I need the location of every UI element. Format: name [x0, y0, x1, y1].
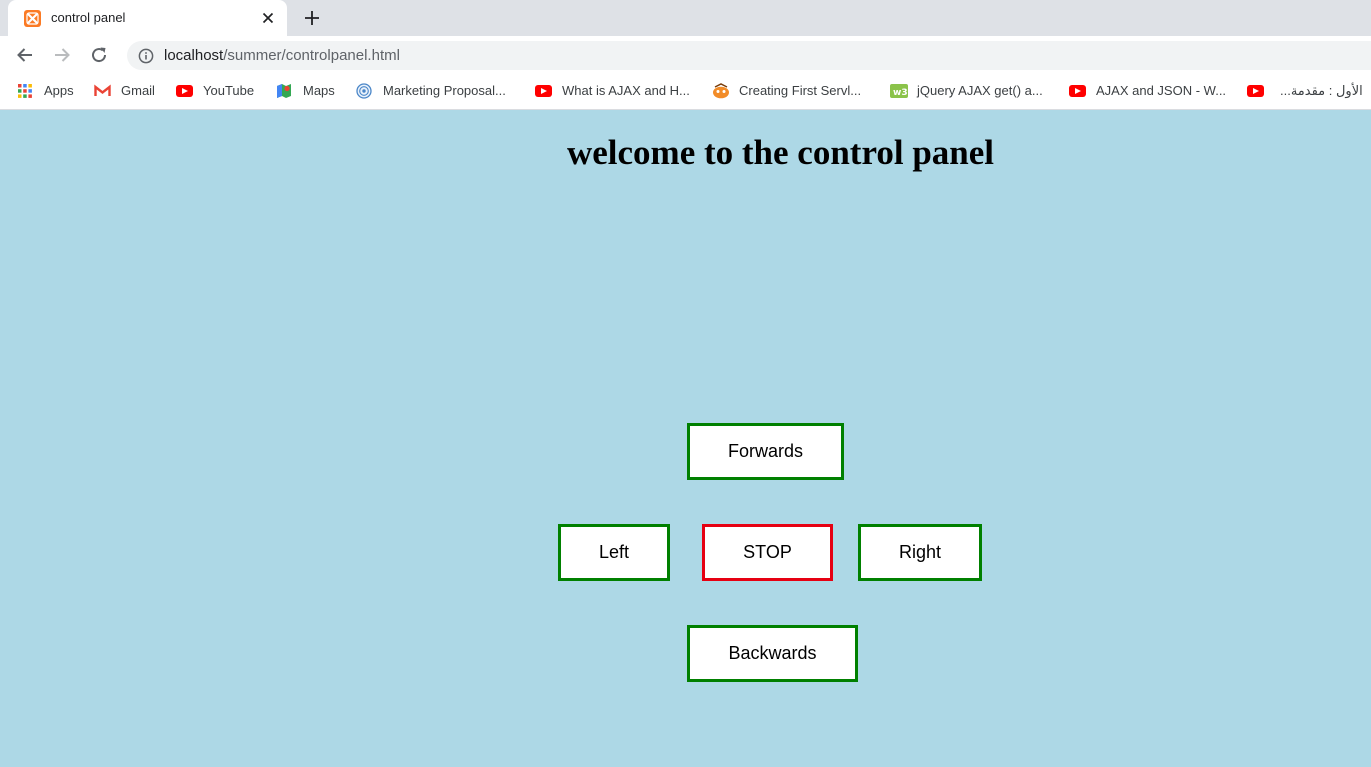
- new-tab-icon[interactable]: [302, 8, 322, 28]
- youtube-icon: [1247, 85, 1264, 97]
- bookmark-label: Maps: [303, 83, 335, 98]
- globe-icon: [356, 83, 372, 99]
- gmail-icon: [94, 83, 111, 99]
- back-arrow-icon[interactable]: [15, 45, 35, 65]
- info-icon[interactable]: [138, 48, 154, 64]
- bookmark-label: Marketing Proposal...: [383, 83, 506, 98]
- maps-icon: [276, 83, 292, 99]
- backwards-button[interactable]: Backwards: [687, 625, 858, 682]
- youtube-icon: [176, 85, 193, 97]
- tab-strip: control panel: [0, 0, 1371, 36]
- bookmark-label: YouTube: [203, 83, 255, 98]
- youtube-icon: [535, 85, 552, 97]
- bookmark-label: Creating First Servl...: [739, 83, 862, 98]
- close-tab-icon[interactable]: [259, 9, 277, 27]
- bookmark-label: AJAX and JSON - W...: [1096, 83, 1227, 98]
- bookmark-label: jQuery AJAX get() a...: [917, 83, 1043, 98]
- right-button[interactable]: Right: [858, 524, 982, 581]
- stop-button[interactable]: STOP: [702, 524, 833, 581]
- tab-title: control panel: [51, 10, 126, 25]
- youtube-icon: [1069, 85, 1086, 97]
- bookmarks-bar: Apps Gmail YouTube Maps Marketing Propos…: [0, 74, 1371, 110]
- xampp-icon: [24, 10, 41, 27]
- svg-text:w3: w3: [893, 88, 908, 98]
- url-text: localhost/summer/controlpanel.html: [164, 47, 400, 64]
- address-bar[interactable]: localhost/summer/controlpanel.html: [127, 41, 1371, 70]
- bookmark-label: Gmail: [121, 83, 155, 98]
- left-button[interactable]: Left: [558, 524, 670, 581]
- url-path: /summer/controlpanel.html: [223, 47, 400, 64]
- apps-grid-icon: [17, 83, 33, 99]
- url-host: localhost: [164, 47, 224, 64]
- bookmark-label: الأول : مقدمة...: [1280, 83, 1363, 98]
- forward-arrow-icon[interactable]: [52, 45, 72, 65]
- page-title: welcome to the control panel: [566, 133, 995, 172]
- browser-toolbar: localhost/summer/controlpanel.html: [0, 36, 1371, 74]
- reload-icon[interactable]: [89, 45, 109, 65]
- bookmark-label: Apps: [44, 83, 74, 98]
- bookmark-label: What is AJAX and H...: [562, 83, 690, 98]
- site-icon: [712, 83, 729, 99]
- browser-tab[interactable]: control panel: [8, 0, 287, 36]
- forwards-button[interactable]: Forwards: [687, 423, 844, 480]
- w3schools-icon: w3: [890, 83, 908, 99]
